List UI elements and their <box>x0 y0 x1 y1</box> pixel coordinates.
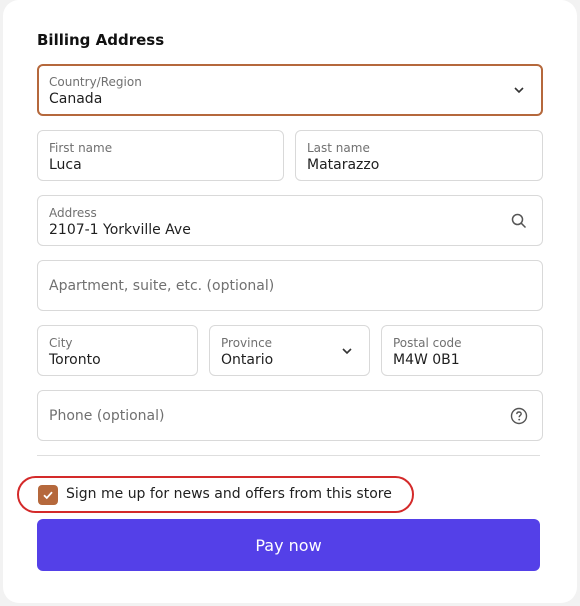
city-label: City <box>49 336 73 350</box>
first-name-label: First name <box>49 141 113 155</box>
phone-field[interactable]: Phone (optional) <box>37 390 543 441</box>
apartment-placeholder: Apartment, suite, etc. (optional) <box>49 277 275 294</box>
chevron-down-icon <box>337 341 357 361</box>
province-select[interactable]: Province Ontario <box>209 325 370 376</box>
section-divider <box>37 455 540 456</box>
newsletter-label[interactable]: Sign me up for news and offers from this… <box>66 486 392 502</box>
postal-code-label: Postal code <box>393 336 462 350</box>
checkmark-icon <box>43 491 53 500</box>
first-name-value: Luca <box>49 157 82 173</box>
last-name-field[interactable]: Last name Matarazzo <box>295 130 543 181</box>
country-label: Country/Region <box>49 75 142 89</box>
pay-now-button[interactable]: Pay now <box>37 519 540 571</box>
address-label: Address <box>49 206 97 220</box>
phone-placeholder: Phone (optional) <box>49 407 165 424</box>
newsletter-checkbox[interactable] <box>38 485 58 505</box>
help-circle-icon[interactable] <box>509 406 529 426</box>
search-icon[interactable] <box>509 211 529 231</box>
city-field[interactable]: City Toronto <box>37 325 198 376</box>
first-name-field[interactable]: First name Luca <box>37 130 284 181</box>
country-select[interactable]: Country/Region Canada <box>37 64 543 116</box>
address-field[interactable]: Address 2107-1 Yorkville Ave <box>37 195 543 246</box>
postal-code-value: M4W 0B1 <box>393 352 460 368</box>
last-name-value: Matarazzo <box>307 157 380 173</box>
chevron-down-icon <box>509 80 529 100</box>
province-value: Ontario <box>221 352 274 368</box>
province-label: Province <box>221 336 273 350</box>
postal-code-field[interactable]: Postal code M4W 0B1 <box>381 325 543 376</box>
apartment-field[interactable]: Apartment, suite, etc. (optional) <box>37 260 543 311</box>
country-value: Canada <box>49 91 103 107</box>
address-value: 2107-1 Yorkville Ave <box>49 222 191 238</box>
city-value: Toronto <box>49 352 101 368</box>
billing-address-heading: Billing Address <box>37 31 165 49</box>
last-name-label: Last name <box>307 141 370 155</box>
